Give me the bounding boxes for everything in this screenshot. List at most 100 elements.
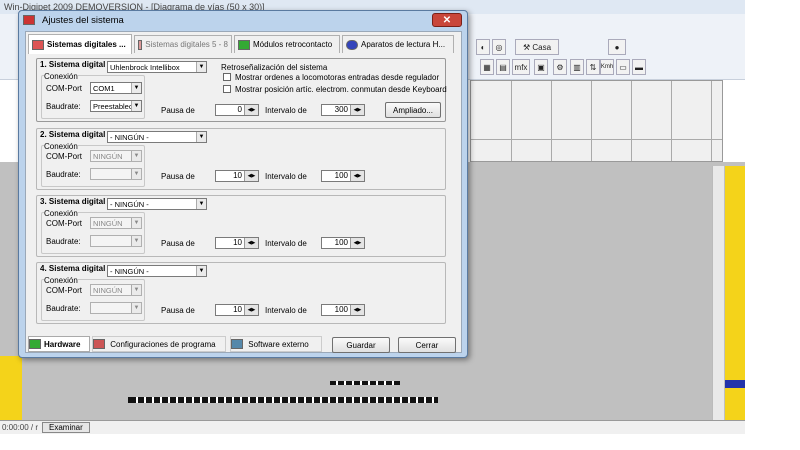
- ampliado-button[interactable]: Ampliado...: [385, 102, 441, 118]
- program-config-tab[interactable]: Configuraciones de programa: [92, 336, 226, 352]
- conexion-label: Conexión: [44, 142, 78, 151]
- examinar-button[interactable]: Examinar: [42, 422, 90, 433]
- hardware-tab[interactable]: Hardware: [28, 336, 90, 352]
- tab-aparatos-lectura[interactable]: Aparatos de lectura H...: [342, 35, 454, 53]
- background-decoration: [725, 166, 745, 432]
- dialog-body: Sistemas digitales ... Sistemas digitale…: [25, 31, 462, 353]
- connection-group: Conexión COM-Port NINGÚN ▼ Baudrate: ▼: [41, 142, 145, 187]
- mfx-button[interactable]: mfx: [512, 59, 530, 75]
- mfx-label: mfx: [514, 62, 528, 72]
- spin-arrows-icon[interactable]: ◀▶: [244, 105, 258, 115]
- tab-label: Sistemas digitales ...: [47, 40, 126, 49]
- system-select-2[interactable]: - NINGÚN - ▼: [107, 131, 207, 143]
- spin-arrows-icon[interactable]: ◀▶: [350, 305, 364, 315]
- toolbar-icon-10[interactable]: ▬: [632, 59, 646, 75]
- chevron-down-icon: ▼: [196, 62, 206, 72]
- com-port-select-3[interactable]: NINGÚN ▼: [90, 217, 142, 229]
- toolbar-round-icon[interactable]: ●: [608, 39, 626, 55]
- baudrate-select-4[interactable]: ▼: [90, 302, 142, 314]
- intervalo-label: Intervalo de: [265, 239, 307, 248]
- select-value: Uhlenbrock Intellibox: [110, 63, 180, 72]
- external-software-tab[interactable]: Software externo: [230, 336, 322, 352]
- baudrate-select-2[interactable]: ▼: [90, 168, 142, 180]
- toolbar-icon-9[interactable]: ▭: [616, 59, 630, 75]
- spin-arrows-icon[interactable]: ◀▶: [350, 171, 364, 181]
- spin-arrows-icon[interactable]: ◀▶: [244, 238, 258, 248]
- dialog-titlebar[interactable]: Ajustes del sistema: [19, 11, 467, 29]
- panel-title: 1. Sistema digital: [39, 60, 107, 69]
- com-port-select-4[interactable]: NINGÚN ▼: [90, 284, 142, 296]
- conexion-label: Conexión: [44, 72, 78, 81]
- intervalo-spinner-3[interactable]: 100 ◀▶: [321, 237, 365, 249]
- grid-row-line: [471, 139, 722, 140]
- select-value: - NINGÚN -: [110, 267, 149, 276]
- select-value: NINGÚN: [93, 219, 123, 228]
- toolbar-icon-5[interactable]: ▣: [534, 59, 548, 75]
- tab-label: Aparatos de lectura H...: [361, 40, 446, 49]
- toolbar-icon-7[interactable]: ▥: [570, 59, 584, 75]
- show-loco-commands-checkbox[interactable]: [223, 73, 231, 81]
- guardar-button[interactable]: Guardar: [332, 337, 390, 353]
- chevron-down-icon: ▼: [131, 236, 141, 246]
- chevron-down-icon: ▼: [131, 169, 141, 179]
- chevron-down-icon: ▼: [131, 83, 141, 93]
- toolbar-icon-2[interactable]: ◎: [492, 39, 506, 55]
- tab-sistemas-1-4[interactable]: Sistemas digitales ...: [28, 34, 132, 54]
- kmh-button[interactable]: Kmh: [600, 59, 614, 75]
- show-loco-commands-label: Mostrar ordenes a locomotoras entradas d…: [235, 73, 440, 82]
- pausa-spinner-2[interactable]: 10 ◀▶: [215, 170, 259, 182]
- system-select-4[interactable]: - NINGÚN - ▼: [107, 265, 207, 277]
- status-bar: 0:00:00 / r Examinar: [0, 420, 745, 434]
- show-accessory-position-checkbox[interactable]: [223, 85, 231, 93]
- toolbar-icon-1[interactable]: ◐: [476, 39, 490, 55]
- baudrate-select-1[interactable]: Preestablec ▼: [90, 100, 142, 112]
- intervalo-spinner-4[interactable]: 100 ◀▶: [321, 304, 365, 316]
- com-port-label: COM-Port: [46, 286, 82, 295]
- chevron-down-icon: ▼: [196, 199, 206, 209]
- spinner-value: 0: [237, 105, 242, 114]
- digital-system-icon: [138, 39, 143, 50]
- spinner-value: 300: [334, 105, 348, 114]
- baudrate-label: Baudrate:: [46, 102, 81, 111]
- spinner-value: 10: [233, 305, 242, 314]
- toolbar-icon-4[interactable]: ▤: [496, 59, 510, 75]
- chevron-down-icon: ▼: [131, 101, 141, 111]
- select-value: - NINGÚN -: [110, 200, 149, 209]
- cerrar-button[interactable]: Cerrar: [398, 337, 456, 353]
- baudrate-select-3[interactable]: ▼: [90, 235, 142, 247]
- tab-modulos-retrocontacto[interactable]: Módulos retrocontacto: [234, 35, 340, 53]
- reader-icon: [346, 39, 358, 50]
- track-segment[interactable]: [128, 397, 438, 403]
- pausa-spinner-4[interactable]: 10 ◀▶: [215, 304, 259, 316]
- track-segment[interactable]: [330, 381, 400, 385]
- chevron-down-icon: ▼: [131, 285, 141, 295]
- panel-title: 2. Sistema digital: [39, 130, 107, 139]
- close-button[interactable]: ✕: [432, 13, 462, 27]
- feedback-group: Retroseñalización del sistema Mostrar or…: [219, 63, 447, 95]
- vertical-scrollbar[interactable]: [712, 166, 724, 426]
- chevron-down-icon: ▼: [196, 266, 206, 276]
- intervalo-spinner-1[interactable]: 300 ◀▶: [321, 104, 365, 116]
- digital-system-panel-1: 1. Sistema digital Uhlenbrock Intellibox…: [36, 58, 447, 122]
- spin-arrows-icon[interactable]: ◀▶: [244, 171, 258, 181]
- system-select-1[interactable]: Uhlenbrock Intellibox ▼: [107, 61, 207, 73]
- pausa-spinner-3[interactable]: 10 ◀▶: [215, 237, 259, 249]
- spin-arrows-icon[interactable]: ◀▶: [244, 305, 258, 315]
- tab-label: Módulos retrocontacto: [253, 40, 333, 49]
- com-port-select-2[interactable]: NINGÚN ▼: [90, 150, 142, 162]
- toolbar-icon-6[interactable]: ⚙: [553, 59, 567, 75]
- casa-button[interactable]: ⚒ Casa: [515, 39, 559, 55]
- intervalo-spinner-2[interactable]: 100 ◀▶: [321, 170, 365, 182]
- com-port-select-1[interactable]: COM1 ▼: [90, 82, 142, 94]
- pausa-spinner-1[interactable]: 0 ◀▶: [215, 104, 259, 116]
- baudrate-label: Baudrate:: [46, 237, 81, 246]
- tab-sistemas-5-8[interactable]: Sistemas digitales 5 - 8: [134, 35, 232, 53]
- system-select-3[interactable]: - NINGÚN - ▼: [107, 198, 207, 210]
- toolbar-icon-3[interactable]: ▦: [480, 59, 494, 75]
- spin-arrows-icon[interactable]: ◀▶: [350, 105, 364, 115]
- digital-system-icon: [32, 39, 44, 50]
- chevron-down-icon: ▼: [131, 151, 141, 161]
- background-decoration: [725, 380, 745, 388]
- spin-arrows-icon[interactable]: ◀▶: [350, 238, 364, 248]
- toolbar-icon-8[interactable]: ⇅: [586, 59, 600, 75]
